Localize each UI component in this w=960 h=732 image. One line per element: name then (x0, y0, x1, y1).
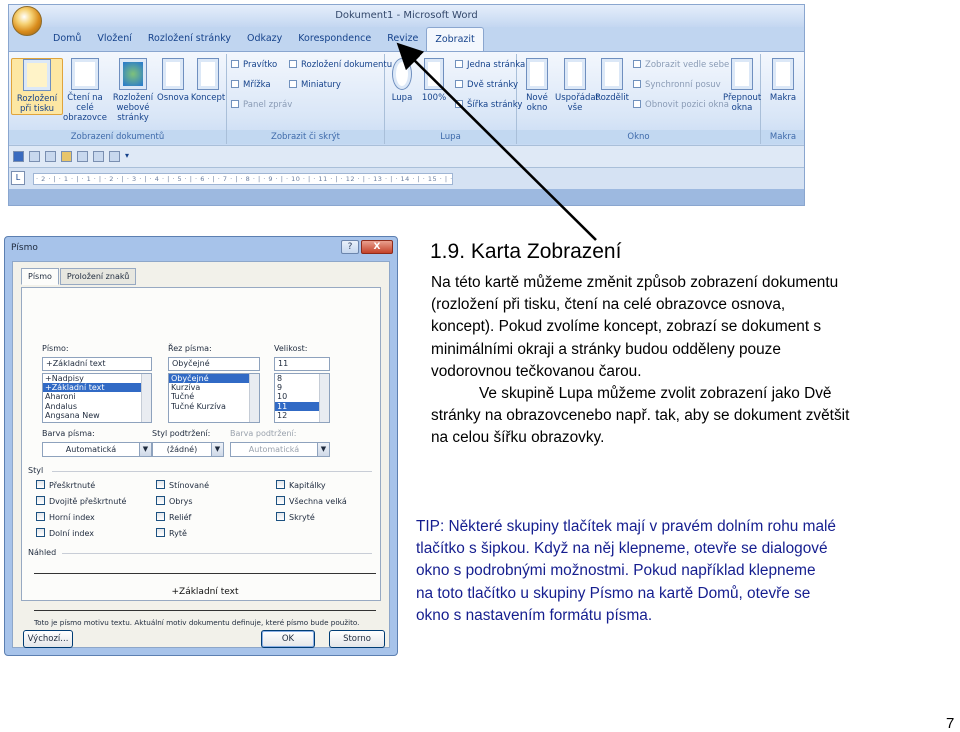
ok-button[interactable]: OK (261, 630, 315, 648)
font-preview: +Základní text (34, 573, 376, 611)
shadow-checkbox[interactable]: Stínované (156, 480, 209, 490)
font-size-list[interactable]: 8 9 10 11 12 (274, 373, 330, 423)
font-style-label: Řez písma: (168, 344, 212, 353)
font-style-list-item[interactable]: Tučné Kurzíva (169, 402, 259, 411)
hidden-checkbox[interactable]: Skryté (276, 512, 315, 522)
font-list-item[interactable]: +Základní text (43, 383, 151, 393)
effects-separator (52, 471, 372, 472)
font-size-input[interactable]: 11 (274, 357, 330, 371)
font-list-item[interactable]: +Nadpisy (43, 374, 151, 383)
emboss-checkbox[interactable]: Reliéf (156, 512, 191, 522)
font-color-select[interactable]: Automatická ▼ (42, 442, 152, 457)
cancel-button[interactable]: Storno (329, 630, 385, 648)
tab-font[interactable]: Písmo (21, 268, 59, 285)
dialog-content: Písmo Proložení znaků Písmo: +Základní t… (12, 261, 390, 648)
strikethrough-checkbox[interactable]: Přeškrtnuté (36, 480, 95, 490)
page-number: 7 (946, 715, 955, 732)
tab-character-spacing[interactable]: Proložení znaků (59, 268, 137, 285)
chevron-down-icon[interactable]: ▼ (211, 443, 223, 456)
underline-color-select[interactable]: Automatická ▼ (230, 442, 330, 457)
font-size-list-scrollbar[interactable] (319, 374, 329, 422)
font-input[interactable]: +Základní text (42, 357, 152, 371)
small-caps-checkbox[interactable]: Kapitálky (276, 480, 326, 490)
font-size-label: Velikost: (274, 344, 308, 353)
font-label: Písmo: (42, 344, 69, 353)
font-color-label: Barva písma: (42, 429, 95, 438)
paragraph-zoom: Ve skupině Lupa můžeme zvolit zobrazení … (431, 385, 850, 447)
double-strikethrough-checkbox[interactable]: Dvojitě přeškrtnuté (36, 496, 126, 506)
font-style-list[interactable]: Obyčejné Kurzíva Tučné Tučné Kurzíva (168, 373, 260, 423)
font-style-list-scrollbar[interactable] (249, 374, 259, 422)
dialog-title: Písmo (11, 243, 38, 253)
arrow-line (396, 42, 597, 241)
theme-font-note: Toto je písmo motivu textu. Aktuální mot… (34, 618, 360, 627)
preview-separator (62, 553, 372, 554)
font-dialog: Písmo ? X Písmo Proložení znaků Písmo: +… (4, 236, 398, 656)
set-default-button[interactable]: Výchozí... (23, 630, 73, 648)
section-heading: 1.9. Karta Zobrazení (430, 240, 622, 263)
dialog-tabs: Písmo Proložení znaků (21, 268, 137, 285)
close-button[interactable]: X (361, 240, 393, 254)
chevron-down-icon[interactable]: ▼ (317, 443, 329, 456)
engrave-checkbox[interactable]: Rytě (156, 528, 187, 538)
font-tab-panel: Písmo: +Základní text +Nadpisy +Základní… (21, 287, 381, 627)
body-text: Na této kartě můžeme změnit způsob zobra… (431, 272, 851, 450)
subscript-checkbox[interactable]: Dolní index (36, 528, 94, 538)
font-style-input[interactable]: Obyčejné (168, 357, 260, 371)
preview-label: Náhled (28, 548, 57, 557)
font-style-list-item[interactable]: Tučné (169, 392, 259, 401)
underline-style-label: Styl podtržení: (152, 429, 211, 438)
font-list-item[interactable]: Angsana New (43, 411, 151, 420)
font-list[interactable]: +Nadpisy +Základní text Aharoni Andalus … (42, 373, 152, 423)
help-button[interactable]: ? (341, 240, 359, 254)
font-list-item[interactable]: Andalus (43, 402, 151, 411)
paragraph-view-modes: Na této kartě můžeme změnit způsob zobra… (431, 274, 839, 380)
outline-checkbox[interactable]: Obrys (156, 496, 193, 506)
effects-label: Styl (28, 466, 44, 475)
tip-text: TIP: Některé skupiny tlačítek mají v pra… (416, 518, 836, 624)
font-list-item[interactable]: Aharoni (43, 392, 151, 401)
font-list-scrollbar[interactable] (141, 374, 151, 422)
underline-style-select[interactable]: (žádné) ▼ (152, 442, 224, 457)
underline-color-label: Barva podtržení: (230, 429, 297, 438)
all-caps-checkbox[interactable]: Všechna velká (276, 496, 347, 506)
superscript-checkbox[interactable]: Horní index (36, 512, 95, 522)
chevron-down-icon[interactable]: ▼ (139, 443, 151, 456)
font-style-list-item[interactable]: Obyčejné (169, 374, 259, 384)
office-button-icon[interactable] (12, 6, 42, 36)
